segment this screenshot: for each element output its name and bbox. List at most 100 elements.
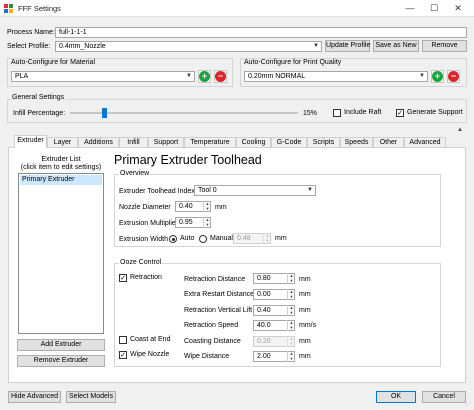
wipe-nozzle-label: Wipe Nozzle [130, 351, 170, 358]
wipe-distance-value: 2.00 [257, 353, 271, 360]
general-settings-title: General Settings [11, 93, 66, 103]
multiplier-spinner[interactable]: ▲ ▼ [203, 217, 211, 228]
retraction-checkbox[interactable]: ✓ [119, 274, 127, 282]
nozzle-diameter-value: 0.40 [179, 203, 193, 210]
down-arrow-icon: ▼ [205, 222, 210, 227]
width-spinner[interactable]: ▲ ▼ [263, 233, 271, 244]
select-profile-label: Select Profile: [7, 43, 51, 50]
ooze-control-title: Ooze Control [119, 258, 163, 268]
remove-quality-button[interactable]: − [447, 70, 460, 83]
remove-material-button[interactable]: − [214, 70, 227, 83]
extra-restart-distance-value: 0.00 [257, 291, 271, 298]
profile-select[interactable]: 0.4mm_Nozzle ▼ [55, 41, 322, 52]
add-quality-button[interactable]: + [431, 70, 444, 83]
toolhead-index-select[interactable]: Tool 0 ▼ [194, 185, 316, 196]
coasting-distance-value: 0.20 [257, 338, 271, 345]
chevron-down-icon: ▼ [313, 43, 319, 49]
down-arrow-icon: ▼ [289, 278, 294, 283]
retraction-vertical-lift-value: 0.40 [257, 307, 271, 314]
generate-support-checkbox[interactable]: ✓ [396, 109, 404, 117]
toolhead-index-value: Tool 0 [198, 187, 217, 194]
quality-select-value: 0.20mm NORMAL [248, 73, 306, 80]
width-auto-radio[interactable] [169, 235, 177, 243]
auto-quality-title: Auto-Configure for Print Quality [244, 59, 342, 66]
process-name-input[interactable]: full-1-1-1 [55, 27, 467, 38]
material-select-value: PLA [15, 73, 29, 80]
coasting-distance-spinner[interactable]: ▲ ▼ [287, 336, 295, 347]
window-title: FFF Settings [18, 4, 61, 13]
retraction-vertical-lift-label: Retraction Vertical Lift [184, 307, 253, 314]
retraction-distance-label: Retraction Distance [184, 276, 246, 283]
coast-at-end-checkbox[interactable] [119, 336, 127, 344]
add-material-button[interactable]: + [198, 70, 211, 83]
ok-button[interactable]: OK [376, 391, 416, 403]
extrusion-multiplier-label: Extrusion Multiplier [119, 220, 179, 227]
plus-icon: + [199, 71, 210, 82]
collapse-chevron-icon[interactable]: ▲ [455, 127, 465, 135]
maximize-button[interactable]: ☐ [422, 0, 446, 17]
minus-icon: − [448, 71, 459, 82]
coasting-distance-unit: mm [299, 338, 311, 345]
extrusion-width-unit: mm [275, 235, 287, 242]
wipe-distance-spinner[interactable]: ▲ ▼ [287, 351, 295, 362]
overview-title: Overview [119, 169, 151, 179]
retraction-label: Retraction [130, 274, 162, 281]
nozzle-spinner[interactable]: ▲ ▼ [203, 201, 211, 212]
retraction-speed-spinner[interactable]: ▲ ▼ [287, 320, 295, 331]
cancel-button[interactable]: Cancel [422, 391, 466, 403]
resize-grip-icon[interactable]: ⋰ [465, 401, 473, 409]
chevron-down-icon: ▼ [186, 73, 192, 79]
coast-at-end-label: Coast at End [130, 336, 171, 343]
retraction-distance-unit: mm [299, 276, 311, 283]
extrusion-width-value: 0.48 [237, 235, 251, 242]
minimize-button[interactable]: — [398, 0, 422, 17]
extrusion-multiplier-value: 0.95 [179, 219, 193, 226]
toolhead-heading: Primary Extruder Toolhead [114, 153, 262, 167]
extra-restart-distance-spinner[interactable]: ▲ ▼ [287, 289, 295, 300]
include-raft-checkbox[interactable] [333, 109, 341, 117]
extrusion-width-label: Extrusion Width [119, 236, 169, 243]
wipe-distance-unit: mm [299, 353, 311, 360]
infill-percentage-value: 15% [303, 110, 318, 117]
list-item[interactable]: Primary Extruder [20, 175, 102, 185]
update-profile-button[interactable]: Update Profile [325, 40, 370, 52]
coasting-distance-label: Coasting Distance [184, 338, 241, 345]
extra-restart-distance-unit: mm [299, 291, 311, 298]
chevron-down-icon: ▼ [307, 187, 313, 193]
retraction-vertical-lift-unit: mm [299, 307, 311, 314]
minus-icon: − [215, 71, 226, 82]
retraction-speed-label: Retraction Speed [184, 322, 239, 329]
material-select[interactable]: PLA ▼ [11, 71, 195, 82]
extruder-listbox[interactable] [18, 173, 104, 334]
down-arrow-icon: ▼ [205, 206, 210, 211]
plus-icon: + [432, 71, 443, 82]
profile-select-value: 0.4mm_Nozzle [59, 43, 106, 50]
width-manual-radio[interactable] [199, 235, 207, 243]
down-arrow-icon: ▼ [289, 356, 294, 361]
auto-material-title: Auto-Configure for Material [11, 59, 96, 66]
down-arrow-icon: ▼ [289, 310, 294, 315]
remove-profile-button[interactable]: Remove [422, 40, 467, 52]
down-arrow-icon: ▼ [289, 294, 294, 299]
nozzle-unit: mm [215, 204, 227, 211]
quality-select[interactable]: 0.20mm NORMAL ▼ [244, 71, 428, 82]
tab-extruder[interactable]: Extruder [14, 135, 47, 148]
retraction-speed-value: 40.0 [257, 322, 271, 329]
wipe-distance-label: Wipe Distance [184, 353, 230, 360]
retraction-distance-spinner[interactable]: ▲ ▼ [287, 273, 295, 284]
infill-slider-thumb[interactable] [101, 108, 107, 118]
select-models-button[interactable]: Select Models [66, 391, 116, 403]
save-as-new-button[interactable]: Save as New [373, 40, 419, 52]
add-extruder-button[interactable]: Add Extruder [17, 339, 105, 351]
retraction-vertical-lift-spinner[interactable]: ▲ ▼ [287, 305, 295, 316]
down-arrow-icon: ▼ [289, 341, 294, 346]
wipe-nozzle-checkbox[interactable]: ✓ [119, 351, 127, 359]
width-auto-label: Auto [180, 235, 195, 242]
hide-advanced-button[interactable]: Hide Advanced [8, 391, 61, 403]
width-manual-label: Manual [210, 235, 233, 242]
chevron-down-icon: ▼ [419, 73, 425, 79]
include-raft-label: Include Raft [344, 109, 382, 116]
down-arrow-icon: ▼ [265, 238, 270, 243]
close-window-button[interactable]: ✕ [446, 0, 470, 17]
remove-extruder-button[interactable]: Remove Extruder [17, 355, 105, 367]
